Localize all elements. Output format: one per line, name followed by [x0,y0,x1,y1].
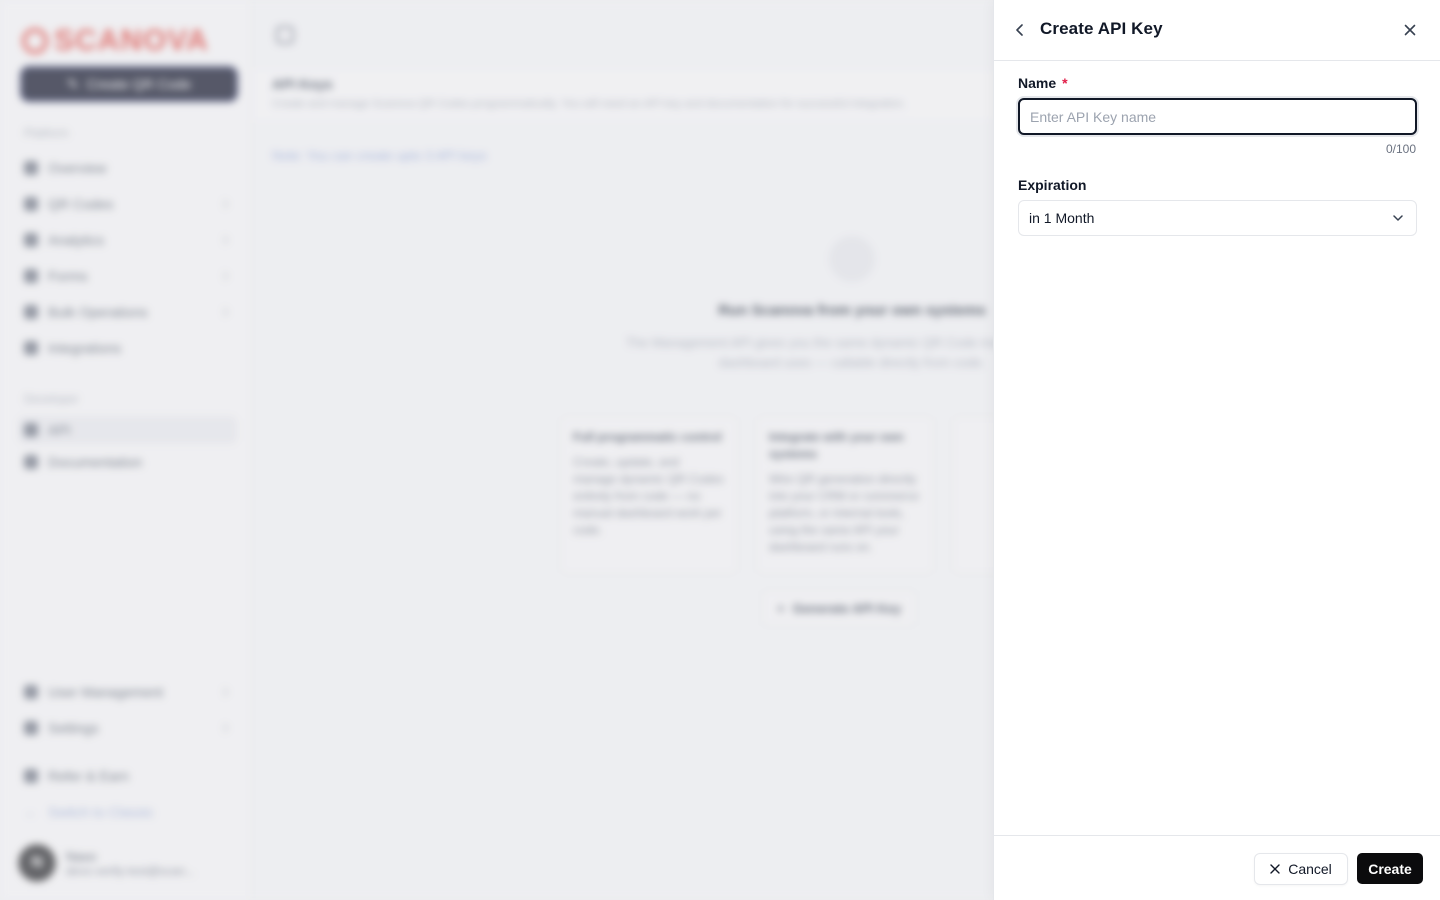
drawer-footer: Cancel Create [994,835,1440,900]
expiration-label: Expiration [1018,177,1087,193]
api-key-name-input[interactable] [1018,98,1417,135]
chevron-down-icon [1393,215,1403,221]
create-button[interactable]: Create [1357,853,1423,884]
expiration-selected-value: in 1 Month [1029,210,1095,226]
name-field-group: Name * 0/100 [1018,75,1417,156]
cancel-button[interactable]: Cancel [1254,853,1348,885]
close-icon [1404,24,1416,36]
expiration-field-group: Expiration in 1 Month [1018,177,1417,236]
name-character-counter: 0/100 [1385,142,1416,156]
cancel-label: Cancel [1288,861,1332,877]
required-marker: * [1062,75,1068,91]
chevron-left-icon [1016,24,1023,36]
close-button[interactable] [1400,20,1420,40]
name-label-text: Name [1018,75,1057,91]
name-label: Name * [1018,75,1416,91]
expiration-select[interactable]: in 1 Month [1018,200,1417,236]
drawer-header: Create API Key [994,0,1440,61]
back-button[interactable] [1012,20,1028,40]
create-api-key-drawer: Create API Key Name * 0/100 Expiration in… [993,0,1440,900]
drawer-title: Create API Key [1040,19,1163,38]
x-icon [1270,864,1280,874]
